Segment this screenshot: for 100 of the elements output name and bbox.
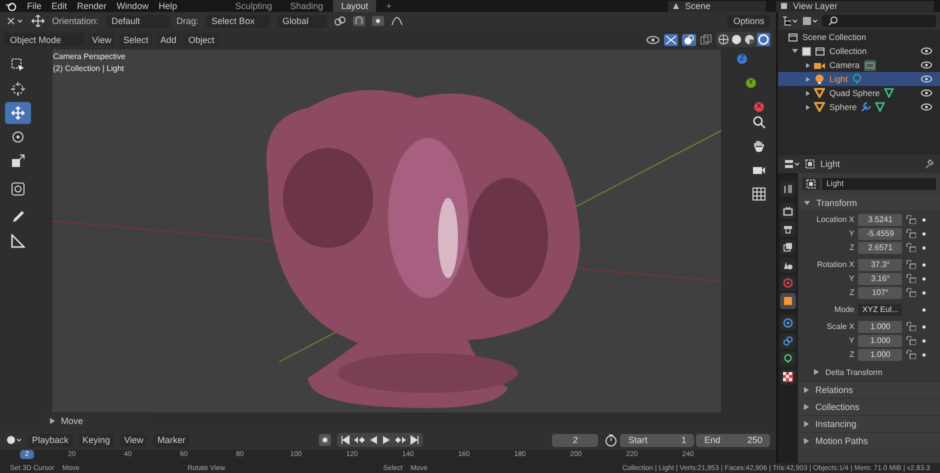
- eye-icon[interactable]: [921, 75, 932, 83]
- transform-pivot-icon[interactable]: [6, 16, 24, 26]
- properties-tab[interactable]: [780, 351, 796, 367]
- lock-icon[interactable]: [906, 229, 916, 238]
- lock-icon[interactable]: [906, 243, 916, 252]
- eye-icon[interactable]: [921, 47, 932, 55]
- eye-icon[interactable]: [921, 61, 932, 69]
- falloff-curve-icon[interactable]: [390, 16, 403, 26]
- mode-dropdown[interactable]: XYZ Eul...: [858, 304, 902, 316]
- lock-icon[interactable]: [906, 350, 916, 359]
- keyframe-dot-icon[interactable]: [922, 308, 926, 312]
- properties-tab[interactable]: [780, 369, 796, 385]
- timeline-menu[interactable]: View: [120, 434, 148, 446]
- lock-icon[interactable]: [906, 274, 916, 283]
- gizmo-toggle-icon[interactable]: [664, 34, 678, 46]
- link-icon[interactable]: [334, 16, 346, 26]
- pin-icon[interactable]: [924, 159, 934, 169]
- keyframe-dot-icon[interactable]: [922, 276, 926, 280]
- shading-mode-group[interactable]: [716, 32, 772, 47]
- menu-item[interactable]: Window: [116, 1, 149, 11]
- grid-icon[interactable]: [752, 187, 766, 201]
- name-field[interactable]: Light: [822, 178, 936, 190]
- mesh-data-icon[interactable]: [884, 88, 894, 98]
- properties-tab[interactable]: [780, 239, 796, 255]
- view-layer-selector[interactable]: View Layer: [776, 0, 934, 12]
- outliner-row[interactable]: Light: [778, 72, 940, 86]
- lock-icon[interactable]: [906, 260, 916, 269]
- keyframe-dot-icon[interactable]: [922, 338, 926, 342]
- number-field[interactable]: 3.5241: [858, 214, 902, 226]
- keyframe-dot-icon[interactable]: [922, 290, 926, 294]
- properties-tab[interactable]: [780, 203, 796, 219]
- viewport-menu[interactable]: Select: [119, 33, 152, 46]
- orientation-dropdown[interactable]: Default: [106, 14, 170, 28]
- keyframe-dot-icon[interactable]: [922, 262, 926, 266]
- light-data-icon[interactable]: [852, 74, 862, 84]
- number-field[interactable]: 107°: [858, 286, 902, 298]
- drag-dropdown[interactable]: Select Box: [206, 14, 270, 28]
- camera-data-icon[interactable]: [864, 60, 876, 70]
- outliner-row[interactable]: Camera: [778, 58, 940, 72]
- eye-icon[interactable]: [921, 89, 932, 97]
- display-mode-icon[interactable]: [782, 16, 798, 26]
- properties-tab[interactable]: [780, 257, 796, 273]
- panel-header[interactable]: Instancing: [798, 415, 940, 432]
- collapsed-triangle-icon[interactable]: [806, 104, 810, 110]
- viewport-menu[interactable]: Add: [156, 33, 180, 46]
- outliner-row[interactable]: Quad Sphere: [778, 86, 940, 100]
- add-workspace-button[interactable]: +: [378, 0, 400, 12]
- lock-icon[interactable]: [906, 215, 916, 224]
- outliner-row[interactable]: Sphere: [778, 100, 940, 114]
- collapsed-triangle-icon[interactable]: [806, 62, 810, 68]
- rendered-sphere-icon[interactable]: [757, 33, 770, 46]
- solid-sphere-icon[interactable]: [731, 34, 742, 45]
- search-field[interactable]: [822, 15, 936, 27]
- start-frame-field[interactable]: Start 1: [620, 434, 694, 446]
- zoom-icon[interactable]: [752, 115, 766, 129]
- lock-icon[interactable]: [906, 322, 916, 331]
- magnet-icon[interactable]: [352, 16, 365, 26]
- outliner-row[interactable]: Collection: [778, 44, 940, 58]
- object-mode-dropdown[interactable]: Object Mode: [4, 33, 84, 46]
- lock-icon[interactable]: [906, 336, 916, 345]
- properties-tab[interactable]: [780, 293, 796, 309]
- viewport-menu[interactable]: View: [88, 33, 116, 46]
- number-field[interactable]: 1.000: [858, 348, 902, 360]
- number-field[interactable]: -5.4559: [858, 228, 902, 240]
- scene-selector[interactable]: Scene: [668, 0, 766, 12]
- next-keyframe-icon[interactable]: [394, 434, 407, 446]
- properties-tab[interactable]: [780, 221, 796, 237]
- checkbox[interactable]: [802, 46, 812, 56]
- viewport-menu[interactable]: Object: [184, 33, 218, 46]
- eye-icon[interactable]: [646, 34, 660, 44]
- lock-icon[interactable]: [906, 288, 916, 297]
- timeline-menu[interactable]: Marker: [153, 434, 190, 446]
- prev-keyframe-icon[interactable]: [352, 434, 365, 446]
- workspace-tab[interactable]: Sculpting: [227, 0, 280, 12]
- collapsed-triangle-icon[interactable]: [806, 90, 810, 96]
- menu-item[interactable]: Edit: [52, 1, 68, 11]
- number-field[interactable]: 1.000: [858, 334, 902, 346]
- jump-start-icon[interactable]: [338, 434, 351, 446]
- keyframe-dot-icon[interactable]: [922, 324, 926, 328]
- wrench-icon[interactable]: [860, 102, 871, 112]
- collapsed-triangle-icon[interactable]: [806, 76, 810, 82]
- xray-icon[interactable]: [700, 34, 712, 46]
- keyframe-dot-icon[interactable]: [922, 352, 926, 356]
- eye-icon[interactable]: [921, 103, 932, 111]
- menu-item[interactable]: Help: [158, 1, 178, 11]
- proportional-edit-icon[interactable]: [372, 16, 384, 26]
- move-arrows-icon[interactable]: [31, 15, 45, 27]
- tool-button[interactable]: [5, 102, 31, 124]
- transform-orientation-dropdown[interactable]: Global: [276, 14, 327, 28]
- keyframe-dot-icon[interactable]: [922, 218, 926, 222]
- number-field[interactable]: 1.000: [858, 320, 902, 332]
- clock-icon[interactable]: [6, 435, 22, 445]
- properties-tab[interactable]: [780, 181, 796, 197]
- timeline-menu[interactable]: Playback: [28, 434, 73, 446]
- material-sphere-icon[interactable]: [744, 34, 756, 45]
- workspace-tab[interactable]: Layout: [333, 0, 376, 12]
- timeline-menu[interactable]: Keying: [78, 434, 114, 446]
- outliner-row[interactable]: Scene Collection: [778, 30, 940, 44]
- subpanel-header[interactable]: Delta Transform: [798, 365, 940, 379]
- current-frame-field[interactable]: 2: [552, 434, 598, 446]
